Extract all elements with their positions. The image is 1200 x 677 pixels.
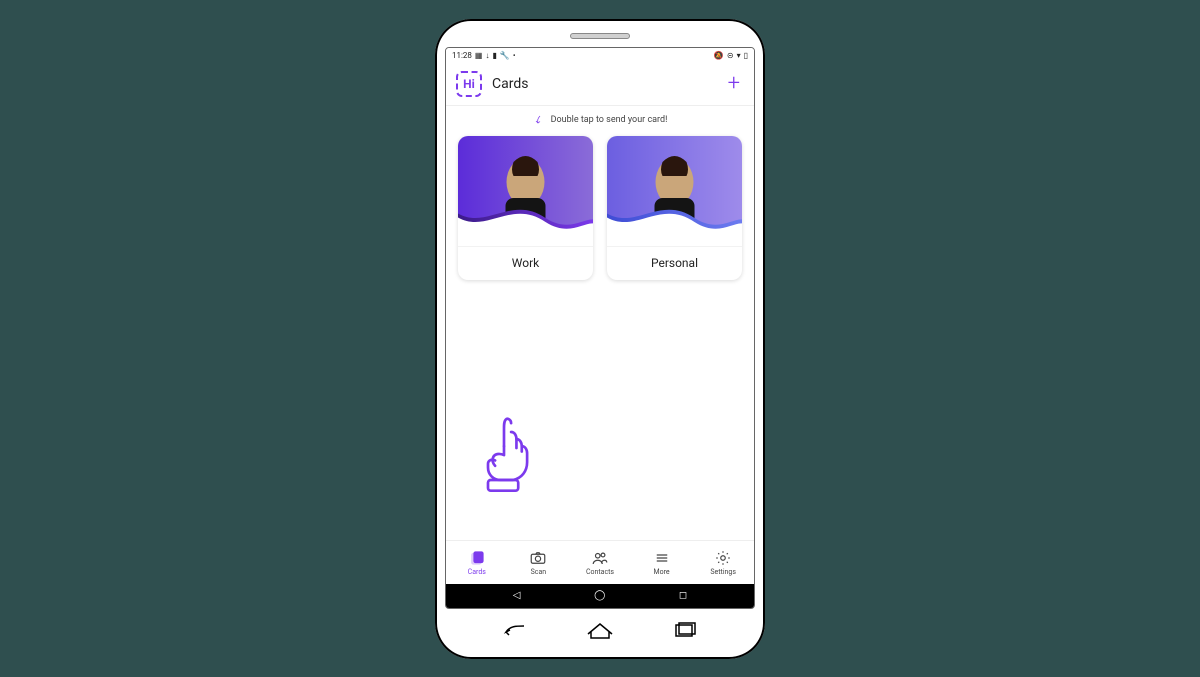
card-work-image <box>458 136 593 246</box>
android-nav-bar: ◁ ◯ ◻ <box>446 584 754 608</box>
app-header: Hi Cards + <box>446 64 754 106</box>
camera-icon <box>529 549 547 567</box>
tab-contacts[interactable]: Contacts <box>574 549 626 576</box>
gear-icon <box>714 549 732 567</box>
phone-frame: 11:28 ▦ ↓ ▮ 🔧 • 🔕 ⊝ ▾ ▯ Hi Cards + <box>435 19 765 659</box>
tab-contacts-label: Contacts <box>586 568 614 576</box>
plus-icon: + <box>728 71 740 96</box>
cards-icon <box>468 549 486 567</box>
status-icon-battery: ▯ <box>744 52 748 60</box>
hint-text: Double tap to send your card! <box>551 115 668 125</box>
bottom-tab-bar: Cards Scan Contacts More <box>446 540 754 584</box>
status-icon-dot: • <box>513 52 516 60</box>
add-card-button[interactable]: + <box>724 73 744 95</box>
status-icon-wrench: 🔧 <box>500 52 510 60</box>
status-icon-wifi: ▾ <box>737 52 741 60</box>
status-icon-download: ↓ <box>485 52 489 60</box>
status-icon-dnd: ⊝ <box>727 52 734 60</box>
screen: 11:28 ▦ ↓ ▮ 🔧 • 🔕 ⊝ ▾ ▯ Hi Cards + <box>445 47 755 609</box>
android-home-button[interactable]: ◯ <box>594 590 605 601</box>
cards-grid: Work <box>446 132 754 284</box>
tab-cards[interactable]: Cards <box>451 549 503 576</box>
tab-more[interactable]: More <box>636 549 688 576</box>
hw-home-button[interactable] <box>583 620 617 640</box>
tab-cards-label: Cards <box>468 568 486 576</box>
hardware-buttons <box>445 611 755 649</box>
page-title: Cards <box>492 76 714 92</box>
hw-back-button[interactable] <box>500 620 530 640</box>
hw-recents-button[interactable] <box>670 620 700 640</box>
status-icon-mute: 🔕 <box>714 52 724 60</box>
status-icon-image: ▦ <box>475 52 483 60</box>
contacts-icon <box>591 549 609 567</box>
card-personal[interactable]: Personal <box>607 136 742 280</box>
hint-banner: Double tap to send your card! <box>446 106 754 132</box>
app-logo[interactable]: Hi <box>456 71 482 97</box>
android-back-button[interactable]: ◁ <box>513 590 521 601</box>
app-logo-text: Hi <box>463 77 475 91</box>
card-personal-label: Personal <box>607 246 742 280</box>
tab-more-label: More <box>654 568 670 576</box>
status-icon-app: ▮ <box>492 52 496 60</box>
card-work-label: Work <box>458 246 593 280</box>
card-personal-image <box>607 136 742 246</box>
card-work[interactable]: Work <box>458 136 593 280</box>
pointer-hand-icon <box>468 416 540 496</box>
phone-speaker <box>570 33 630 39</box>
android-recents-button[interactable]: ◻ <box>679 590 687 601</box>
menu-icon <box>653 549 671 567</box>
tab-scan-label: Scan <box>531 568 547 576</box>
status-bar: 11:28 ▦ ↓ ▮ 🔧 • 🔕 ⊝ ▾ ▯ <box>446 48 754 64</box>
arrow-down-icon <box>533 114 545 126</box>
content-area: Double tap to send your card! <box>446 106 754 540</box>
tab-settings-label: Settings <box>710 568 736 576</box>
tab-settings[interactable]: Settings <box>697 549 749 576</box>
tab-scan[interactable]: Scan <box>512 549 564 576</box>
status-time: 11:28 <box>452 51 472 60</box>
